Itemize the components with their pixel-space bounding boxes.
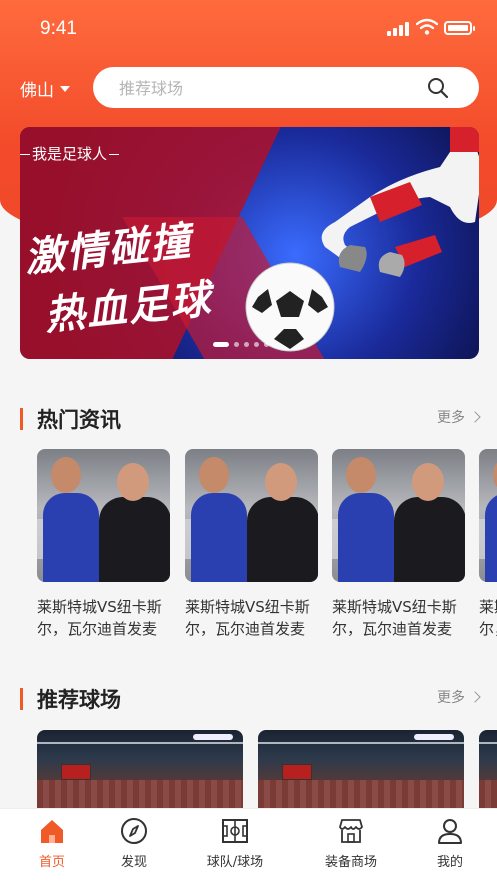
tab-label: 装备商场 bbox=[324, 855, 377, 870]
pagination-dot[interactable] bbox=[234, 342, 239, 347]
more-label: 更多 bbox=[437, 690, 465, 706]
section-accent-bar bbox=[20, 688, 23, 710]
pagination-dot[interactable] bbox=[254, 342, 259, 347]
news-title: 莱斯特城VS纽卡斯尔，瓦尔迪首发麦 bbox=[479, 598, 497, 638]
promo-banner[interactable]: 我是足球人 激情碰撞 热血足球 bbox=[20, 127, 479, 359]
chevron-right-icon bbox=[469, 411, 481, 423]
news-card[interactable]: 莱斯特城VS纽卡斯尔，瓦尔迪首发麦 bbox=[479, 449, 497, 640]
tab-label: 发现 bbox=[120, 855, 147, 870]
compass-icon bbox=[121, 818, 147, 844]
recommended-fields-more-link[interactable]: 更多 bbox=[437, 687, 481, 707]
news-title: 莱斯特城VS纽卡斯尔，瓦尔迪首发麦 bbox=[332, 598, 457, 638]
tab-label: 首页 bbox=[38, 855, 65, 870]
more-label: 更多 bbox=[437, 410, 465, 426]
chevron-right-icon bbox=[469, 691, 481, 703]
tab-label: 我的 bbox=[436, 855, 463, 870]
wifi-icon bbox=[416, 18, 438, 35]
bottom-tab-bar: 首页 发现 球队/球场 装备商场 我的 bbox=[0, 808, 497, 884]
search-bar[interactable] bbox=[93, 67, 479, 110]
user-icon bbox=[438, 819, 462, 844]
news-thumbnail bbox=[479, 449, 497, 582]
recommended-fields-header: 推荐球场 bbox=[20, 684, 121, 714]
news-title: 莱斯特城VS纽卡斯尔，瓦尔迪首发麦 bbox=[185, 598, 310, 638]
field-card[interactable] bbox=[479, 730, 497, 810]
pagination-dot[interactable] bbox=[213, 342, 229, 347]
pagination-dot[interactable] bbox=[264, 342, 269, 347]
status-bar: 9:41 bbox=[0, 0, 497, 56]
section-accent-bar bbox=[20, 408, 23, 430]
banner-pagination bbox=[213, 342, 269, 347]
home-icon bbox=[41, 820, 63, 843]
hot-news-list: 莱斯特城VS纽卡斯尔，瓦尔迪首发麦 莱斯特城VS纽卡斯尔，瓦尔迪首发麦 莱斯特城… bbox=[37, 449, 497, 649]
tab-home[interactable]: 首页 bbox=[12, 817, 92, 870]
battery-icon bbox=[444, 21, 475, 35]
news-title: 莱斯特城VS纽卡斯尔，瓦尔迪首发麦 bbox=[37, 598, 162, 638]
news-card[interactable]: 莱斯特城VS纽卡斯尔，瓦尔迪首发麦 bbox=[185, 449, 318, 640]
pitch-icon bbox=[222, 819, 248, 843]
recommended-fields-list bbox=[37, 730, 497, 810]
tab-label: 球队/球场 bbox=[206, 855, 264, 870]
recommended-fields-title: 推荐球场 bbox=[37, 688, 121, 712]
news-thumbnail bbox=[332, 449, 465, 582]
news-thumbnail bbox=[185, 449, 318, 582]
caret-down-icon bbox=[60, 85, 70, 92]
banner-tagline: 我是足球人 bbox=[20, 143, 200, 164]
tab-profile[interactable]: 我的 bbox=[410, 817, 490, 870]
tab-discover[interactable]: 发现 bbox=[94, 817, 174, 870]
tab-teams-fields[interactable]: 球队/球场 bbox=[195, 817, 275, 870]
search-icon[interactable] bbox=[427, 77, 449, 99]
hot-news-header: 热门资讯 bbox=[20, 404, 121, 434]
cellular-signal-icon bbox=[387, 22, 411, 36]
city-label: 佛山 bbox=[20, 81, 54, 101]
news-thumbnail bbox=[37, 449, 170, 582]
hot-news-more-link[interactable]: 更多 bbox=[437, 407, 481, 427]
status-time: 9:41 bbox=[40, 18, 77, 39]
search-input[interactable] bbox=[117, 67, 411, 110]
tab-store[interactable]: 装备商场 bbox=[311, 817, 391, 870]
field-card[interactable] bbox=[258, 730, 464, 810]
hot-news-title: 热门资讯 bbox=[37, 408, 121, 432]
news-card[interactable]: 莱斯特城VS纽卡斯尔，瓦尔迪首发麦 bbox=[37, 449, 170, 640]
football-icon bbox=[245, 262, 335, 352]
store-icon bbox=[339, 819, 363, 843]
field-card[interactable] bbox=[37, 730, 243, 810]
news-card[interactable]: 莱斯特城VS纽卡斯尔，瓦尔迪首发麦 bbox=[332, 449, 465, 640]
city-selector[interactable]: 佛山 bbox=[20, 76, 70, 101]
pagination-dot[interactable] bbox=[244, 342, 249, 347]
